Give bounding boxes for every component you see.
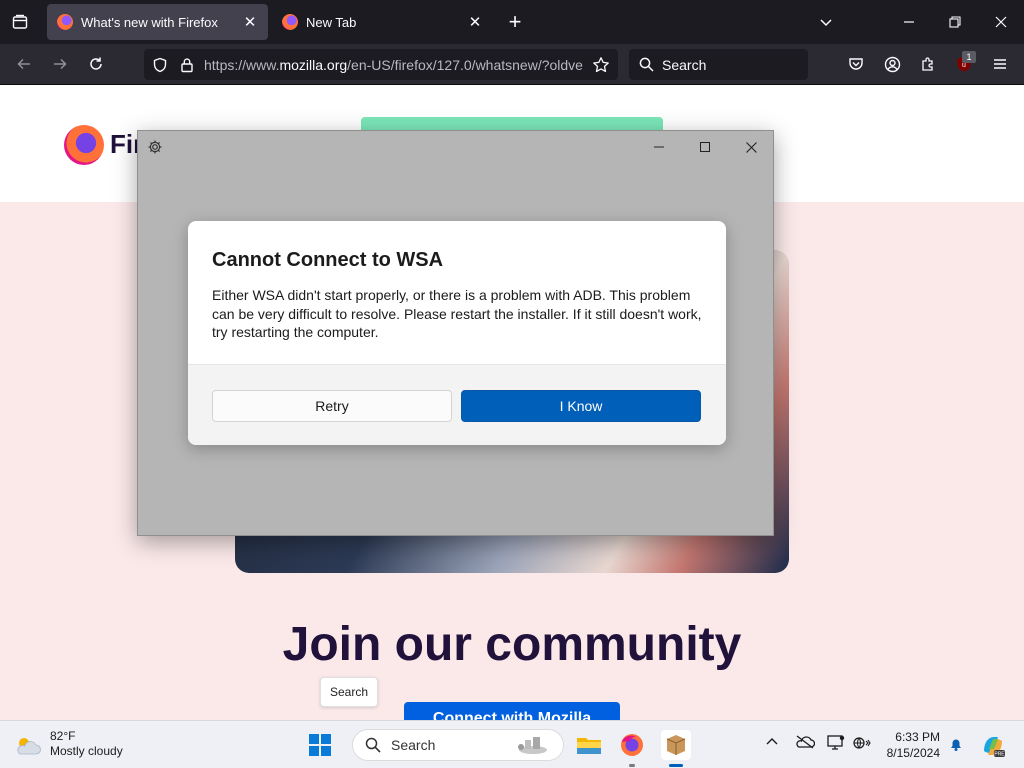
url-path: /en-US/firefox/127.0/whatsnew/?oldve <box>347 56 583 73</box>
browser-tab-bar: What's new with Firefox ✕ New Tab ✕ + <box>0 0 1024 44</box>
wsa-installer-window: Cannot Connect to WSA Either WSA didn't … <box>137 130 774 536</box>
lock-icon[interactable] <box>180 57 194 73</box>
installer-titlebar[interactable] <box>138 131 773 163</box>
onedrive-offline-icon[interactable] <box>795 735 816 752</box>
community-heading: Join our community <box>282 618 742 671</box>
search-highlight-icon <box>511 734 551 756</box>
tab-label: What's new with Firefox <box>81 14 218 30</box>
tab-whats-new[interactable]: What's new with Firefox ✕ <box>47 4 268 40</box>
notification-bell-icon[interactable] <box>948 736 964 755</box>
taskbar-clock[interactable]: 6:33 PM 8/15/2024 <box>880 729 940 761</box>
firefox-taskbar-icon[interactable] <box>617 730 647 767</box>
dialog-title: Cannot Connect to WSA <box>212 249 444 271</box>
file-explorer-icon[interactable] <box>574 730 604 760</box>
svg-text:PRE: PRE <box>994 752 1005 758</box>
settings-gear-icon[interactable] <box>147 139 163 155</box>
search-icon <box>365 737 381 753</box>
reload-icon[interactable] <box>84 52 108 76</box>
firefox-logo-icon[interactable] <box>64 125 104 165</box>
url-bar[interactable]: https://www.mozilla.org/en-US/firefox/12… <box>144 49 618 80</box>
search-placeholder: Search <box>662 56 707 73</box>
minimize-icon[interactable] <box>886 0 932 44</box>
show-hidden-icons-icon[interactable] <box>766 735 778 751</box>
taskbar-search-label: Search <box>391 737 436 753</box>
copilot-icon[interactable]: PRE <box>978 731 1008 761</box>
taskbar-search[interactable]: Search <box>352 729 564 761</box>
weather-widget[interactable]: 82°F Mostly cloudy <box>14 729 123 759</box>
list-all-tabs-icon[interactable] <box>814 10 838 34</box>
firefox-view-icon[interactable] <box>8 10 32 34</box>
weather-condition: Mostly cloudy <box>50 744 123 758</box>
close-tab-icon[interactable]: ✕ <box>242 13 258 31</box>
url-domain: mozilla.org <box>279 56 348 73</box>
tab-label: New Tab <box>306 14 357 30</box>
close-window-icon[interactable] <box>978 0 1024 44</box>
search-tooltip: Search <box>320 677 379 707</box>
firefox-favicon-icon <box>282 14 298 30</box>
browser-search-bar[interactable]: Search <box>629 49 808 80</box>
installer-close-icon[interactable] <box>728 131 774 163</box>
windows-taskbar: 82°F Mostly cloudy Search 6:33 PM 8/15/2… <box>0 720 1024 768</box>
url-text[interactable]: https://www.mozilla.org/en-US/firefox/12… <box>204 57 586 73</box>
new-tab-button[interactable]: + <box>503 9 527 34</box>
dialog-message: Either WSA didn't start properly, or the… <box>212 287 702 340</box>
extensions-icon[interactable] <box>916 52 940 76</box>
tracking-shield-icon[interactable] <box>152 57 168 73</box>
running-indicator <box>629 764 635 767</box>
network-volume-icon[interactable] <box>853 735 871 754</box>
installer-package-icon[interactable] <box>661 730 691 767</box>
i-know-button[interactable]: I Know <box>461 390 701 422</box>
close-tab-icon[interactable]: ✕ <box>467 13 483 31</box>
back-icon[interactable] <box>12 52 36 76</box>
url-prefix: https://www. <box>204 56 280 73</box>
error-dialog: Cannot Connect to WSA Either WSA didn't … <box>188 221 726 445</box>
tab-new-tab[interactable]: New Tab ✕ <box>272 4 493 40</box>
installer-maximize-icon[interactable] <box>682 131 728 163</box>
dialog-footer: Retry I Know <box>188 364 726 445</box>
firefox-favicon-icon <box>57 14 73 30</box>
clock-date: 8/15/2024 <box>886 746 940 760</box>
display-icon[interactable] <box>827 735 845 754</box>
connect-with-mozilla-button[interactable]: Connect with Mozilla <box>404 702 620 720</box>
retry-button[interactable]: Retry <box>212 390 452 422</box>
menu-hamburger-icon[interactable] <box>988 52 1012 76</box>
search-icon <box>639 57 654 72</box>
weather-temperature: 82°F <box>50 729 76 743</box>
account-icon[interactable] <box>880 52 904 76</box>
windows-start-icon[interactable] <box>309 734 331 756</box>
clock-time: 6:33 PM <box>895 730 940 744</box>
svg-text:u: u <box>962 62 966 69</box>
active-indicator <box>669 764 683 767</box>
cloudy-weather-icon <box>14 734 42 755</box>
restore-icon[interactable] <box>932 0 978 44</box>
bookmark-star-icon[interactable] <box>592 56 610 74</box>
extension-badge: 1 <box>962 51 976 63</box>
pocket-icon[interactable] <box>844 52 868 76</box>
installer-minimize-icon[interactable] <box>636 131 682 163</box>
forward-icon[interactable] <box>48 52 72 76</box>
